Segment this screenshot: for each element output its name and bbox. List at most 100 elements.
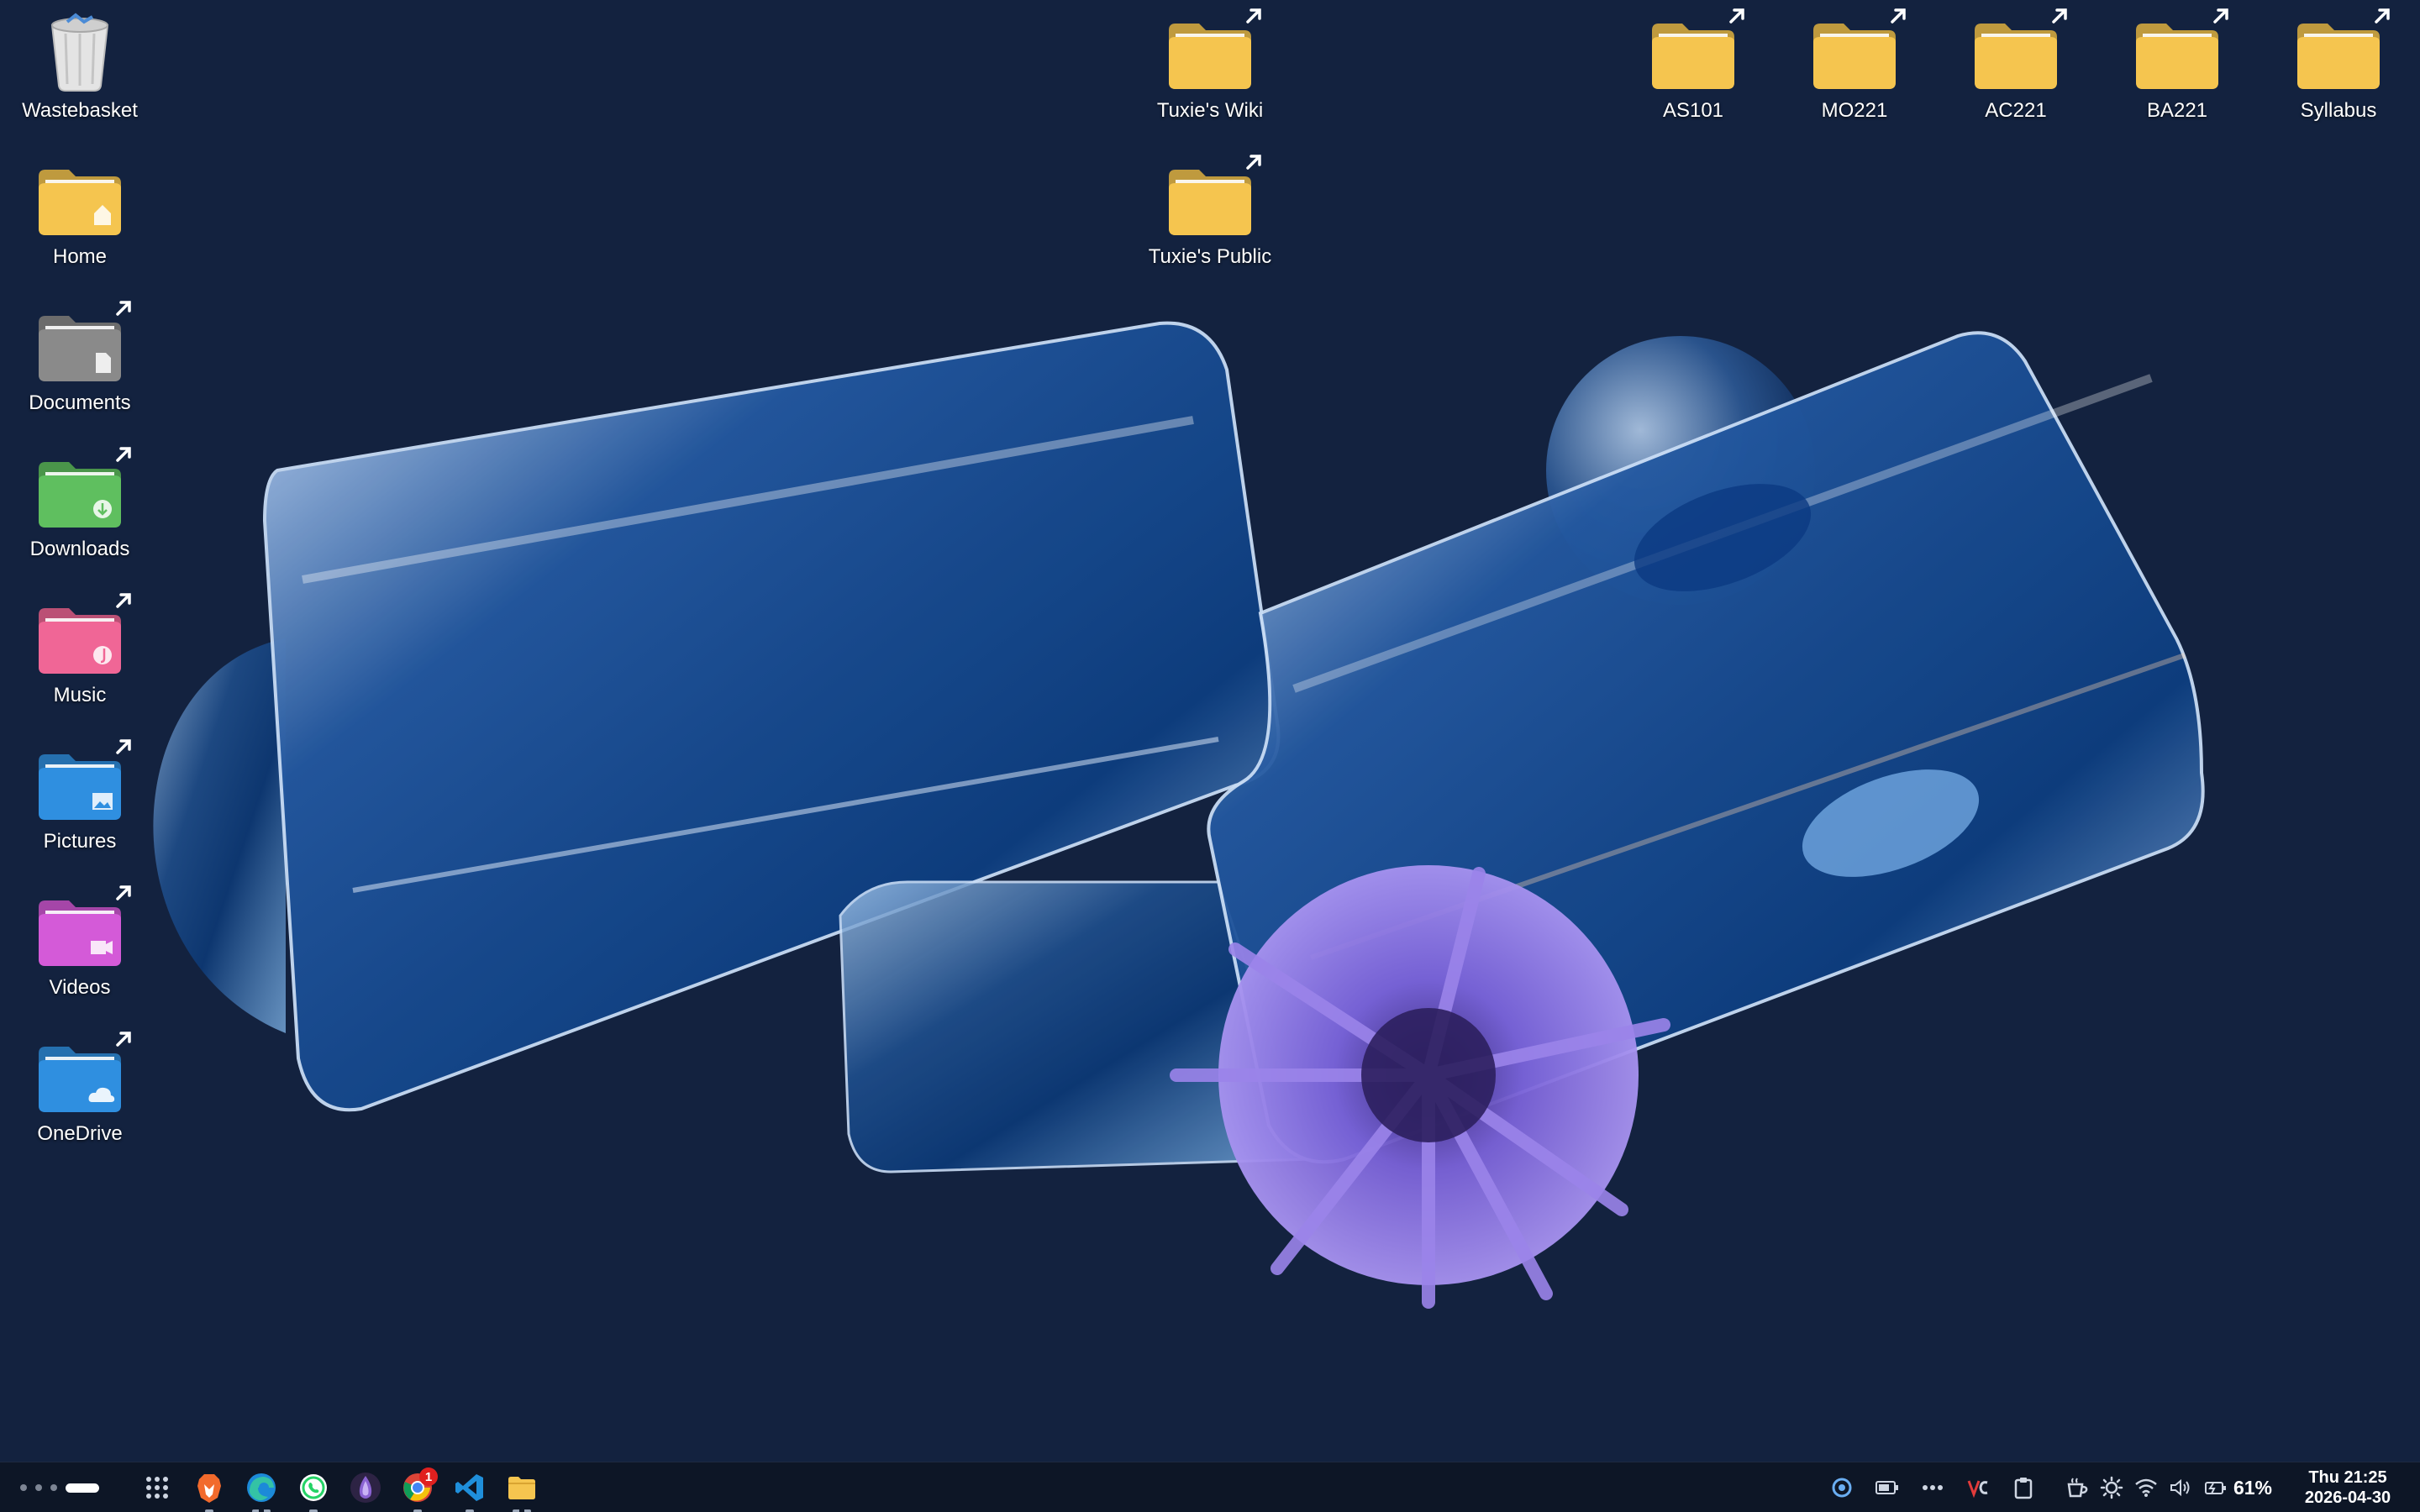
icon-label: AC221 <box>1985 99 2047 122</box>
system-tray: 61% Thu 21:25 2026-04-30 <box>1824 1462 2420 1512</box>
icon-glyph <box>1970 8 2067 92</box>
clock[interactable]: Thu 21:25 2026-04-30 <box>2297 1467 2398 1508</box>
symlink-arrow-icon <box>116 885 131 900</box>
desktop-icon-pictures[interactable]: Pictures <box>0 734 160 869</box>
file-manager-button[interactable] <box>502 1467 542 1512</box>
tray-volume-button[interactable] <box>2164 1471 2197 1504</box>
icon-label: BA221 <box>2146 99 2208 122</box>
icon-glyph <box>34 1032 131 1116</box>
desktop-icon-ac221[interactable]: AC221 <box>1936 3 2096 138</box>
tray-overflow-button[interactable] <box>1916 1471 1949 1504</box>
desktop-icon-ba221[interactable]: BA221 <box>2097 3 2257 138</box>
desktop-icon-mo221[interactable]: MO221 <box>1775 3 1934 138</box>
tray-clipboard-button[interactable] <box>2007 1471 2040 1504</box>
workspace-dot[interactable] <box>35 1484 42 1491</box>
symlink-arrow-icon <box>2052 8 2067 24</box>
icon-glyph <box>34 155 126 239</box>
wifi-icon <box>2135 1478 2157 1497</box>
icon-label: Pictures <box>43 830 117 853</box>
desktop-icon-tuxie-s-public[interactable]: Tuxie's Public <box>1130 150 1290 284</box>
home-folder-icon <box>39 170 121 235</box>
symlink-arrow-icon <box>116 739 131 754</box>
clock-time: Thu 21:25 <box>2308 1468 2387 1487</box>
vscode-button[interactable] <box>450 1467 490 1512</box>
icon-label: AS101 <box>1662 99 1724 122</box>
vpn-icon <box>1967 1480 1988 1499</box>
battery-charging-icon <box>2204 1482 2226 1494</box>
tray-sync-button[interactable] <box>1825 1471 1859 1504</box>
desktop-icon-downloads[interactable]: Downloads <box>0 442 160 576</box>
desktop-icon-home[interactable]: Home <box>0 150 160 284</box>
icon-label: Videos <box>49 976 111 999</box>
edge-browser-button[interactable] <box>241 1467 281 1512</box>
icon-label: Documents <box>29 391 131 414</box>
vscode-icon <box>455 1474 483 1501</box>
trash-bin-icon <box>50 13 109 92</box>
workspace-dot[interactable] <box>20 1484 27 1491</box>
taskbar: 1 61% Thu 21:25 2026-04-30 <box>0 1462 2420 1512</box>
file-manager-icon <box>508 1477 535 1499</box>
tray-brightness-button[interactable] <box>2095 1471 2128 1504</box>
icon-glyph <box>1647 8 1744 92</box>
icon-glyph <box>34 885 131 969</box>
sync-icon <box>1832 1478 1852 1498</box>
icon-glyph <box>34 8 126 92</box>
icon-glyph <box>34 593 131 677</box>
desktop-icon-wastebasket[interactable]: Wastebasket <box>0 3 160 138</box>
clock-date: 2026-04-30 <box>2304 1488 2391 1507</box>
symlink-arrow-icon <box>116 593 131 608</box>
icon-label: Downloads <box>29 538 130 560</box>
tray-power-button[interactable] <box>1870 1471 1904 1504</box>
tor-browser-icon <box>350 1473 381 1503</box>
more-icon <box>1922 1485 1943 1490</box>
icon-glyph <box>34 447 131 531</box>
tray-vpn-button[interactable] <box>1961 1471 1995 1504</box>
clipboard-icon <box>2014 1478 2033 1499</box>
desktop-icon-syllabus[interactable]: Syllabus <box>2259 3 2418 138</box>
symlink-arrow-icon <box>2213 8 2228 24</box>
tray-network-button[interactable] <box>2129 1471 2163 1504</box>
workspace-pager[interactable] <box>20 1483 99 1493</box>
desktop-icon-tuxie-s-wiki[interactable]: Tuxie's Wiki <box>1130 3 1290 138</box>
brave-browser-button[interactable] <box>189 1467 229 1512</box>
brightness-icon <box>2100 1476 2123 1499</box>
tor-browser-button[interactable] <box>345 1467 386 1508</box>
notification-badge: 1 <box>419 1467 438 1486</box>
app-launcher-button[interactable] <box>137 1467 177 1508</box>
desktop-icon-documents[interactable]: Documents <box>0 296 160 430</box>
battery-percentage[interactable]: 61% <box>2233 1477 2272 1499</box>
desktop-icon-as101[interactable]: AS101 <box>1613 3 1773 138</box>
app-launcher-icon <box>146 1477 168 1499</box>
tray-caffeine-button[interactable] <box>2060 1471 2094 1504</box>
icon-label: MO221 <box>1821 99 1888 122</box>
icon-glyph <box>1164 155 1261 239</box>
tray-battery-button[interactable] <box>2198 1471 2232 1504</box>
icon-glyph <box>1164 8 1261 92</box>
icon-label: Home <box>52 245 108 268</box>
speaker-icon <box>2170 1478 2190 1497</box>
whatsapp-button[interactable] <box>293 1467 334 1512</box>
chrome-browser-button[interactable]: 1 <box>397 1467 438 1512</box>
icon-label: OneDrive <box>37 1122 123 1145</box>
symlink-arrow-icon <box>1729 8 1744 24</box>
symlink-arrow-icon <box>116 301 131 316</box>
icon-glyph <box>2131 8 2228 92</box>
desktop-icon-music[interactable]: Music <box>0 588 160 722</box>
desktop-icon-videos[interactable]: Videos <box>0 880 160 1015</box>
icon-glyph <box>34 301 131 385</box>
symlink-arrow-icon <box>2375 8 2390 24</box>
symlink-arrow-icon <box>1246 8 1261 24</box>
icon-label: Music <box>53 684 107 706</box>
icon-glyph <box>34 739 131 823</box>
brave-browser-icon <box>197 1474 221 1503</box>
whatsapp-icon <box>300 1474 327 1501</box>
symlink-arrow-icon <box>1891 8 1906 24</box>
workspace-dot[interactable] <box>50 1484 57 1491</box>
icon-glyph <box>1808 8 1906 92</box>
coffee-cup-icon <box>2067 1478 2088 1498</box>
icon-label: Syllabus <box>2300 99 2377 122</box>
desktop-icon-onedrive[interactable]: OneDrive <box>0 1026 160 1161</box>
icon-label: Wastebasket <box>22 99 138 122</box>
icon-label: Tuxie's Public <box>1148 245 1272 268</box>
workspace-current[interactable] <box>66 1483 99 1493</box>
